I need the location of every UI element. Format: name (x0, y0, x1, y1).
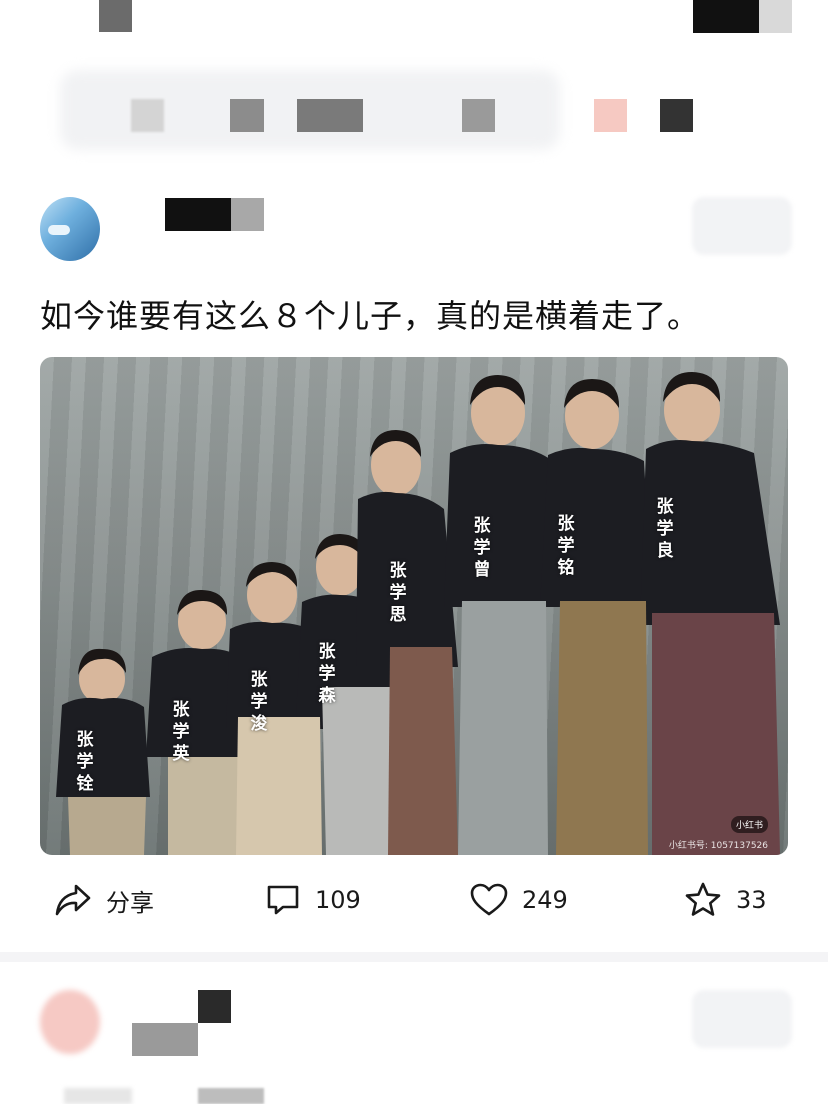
comment-count: 109 (315, 886, 361, 914)
name-tag: 张学铨 (76, 730, 94, 794)
redacted-block (64, 1088, 132, 1104)
favorite-count: 33 (736, 886, 767, 914)
comment-button[interactable]: 109 (265, 878, 361, 922)
post-text: 如今谁要有这么８个儿子，真的是横着走了。 (40, 297, 701, 335)
photo-figures (56, 372, 780, 855)
section-divider (0, 952, 828, 962)
name-tag: 张学思 (389, 561, 407, 625)
name-tag: 张学铭 (557, 514, 575, 578)
robe (68, 797, 146, 855)
name-tag: 张学英 (172, 700, 190, 764)
star-icon (684, 882, 722, 918)
username-redacted (198, 990, 231, 1023)
name-tag: 张学浚 (250, 670, 268, 734)
share-button[interactable]: 分享 (54, 878, 154, 922)
redacted-block (198, 1088, 264, 1104)
redacted-block (594, 99, 627, 132)
redacted-block (759, 0, 792, 33)
username-redacted (132, 1023, 198, 1056)
follow-button[interactable] (692, 990, 792, 1048)
follow-button[interactable] (692, 197, 792, 255)
avatar[interactable] (40, 990, 100, 1054)
username-redacted[interactable] (165, 198, 231, 231)
share-label: 分享 (106, 888, 154, 917)
robe (388, 647, 458, 855)
redacted-block (230, 99, 264, 132)
name-tag: 张学良 (656, 497, 674, 561)
robe (322, 687, 392, 855)
share-arrow-icon (54, 883, 92, 917)
heart-icon (470, 883, 508, 917)
post-photo[interactable]: 张学铨 张学英 张学浚 张学森 张学思 张学曾 张学铭 张学良 小红书 小红书号… (40, 357, 788, 855)
watermark-id: 小红书号: 1057137526 (668, 841, 768, 851)
avatar[interactable] (40, 197, 100, 261)
comment-bubble-icon (265, 883, 301, 917)
redacted-block (693, 0, 759, 33)
redacted-block (297, 99, 363, 132)
robe (458, 601, 548, 855)
like-button[interactable]: 249 (470, 878, 568, 922)
name-tag: 张学曾 (473, 516, 491, 580)
robe (168, 757, 246, 855)
name-tag: 张学森 (318, 642, 336, 706)
jacket (56, 697, 150, 797)
redacted-block (99, 0, 132, 32)
redacted-block (131, 99, 164, 132)
robe (556, 601, 648, 855)
robe (236, 717, 322, 855)
like-count: 249 (522, 886, 568, 914)
redacted-block (660, 99, 693, 132)
redacted-block (462, 99, 495, 132)
watermark-badge: 小红书 (730, 816, 768, 833)
favorite-button[interactable]: 33 (684, 878, 767, 922)
username-redacted (231, 198, 264, 231)
